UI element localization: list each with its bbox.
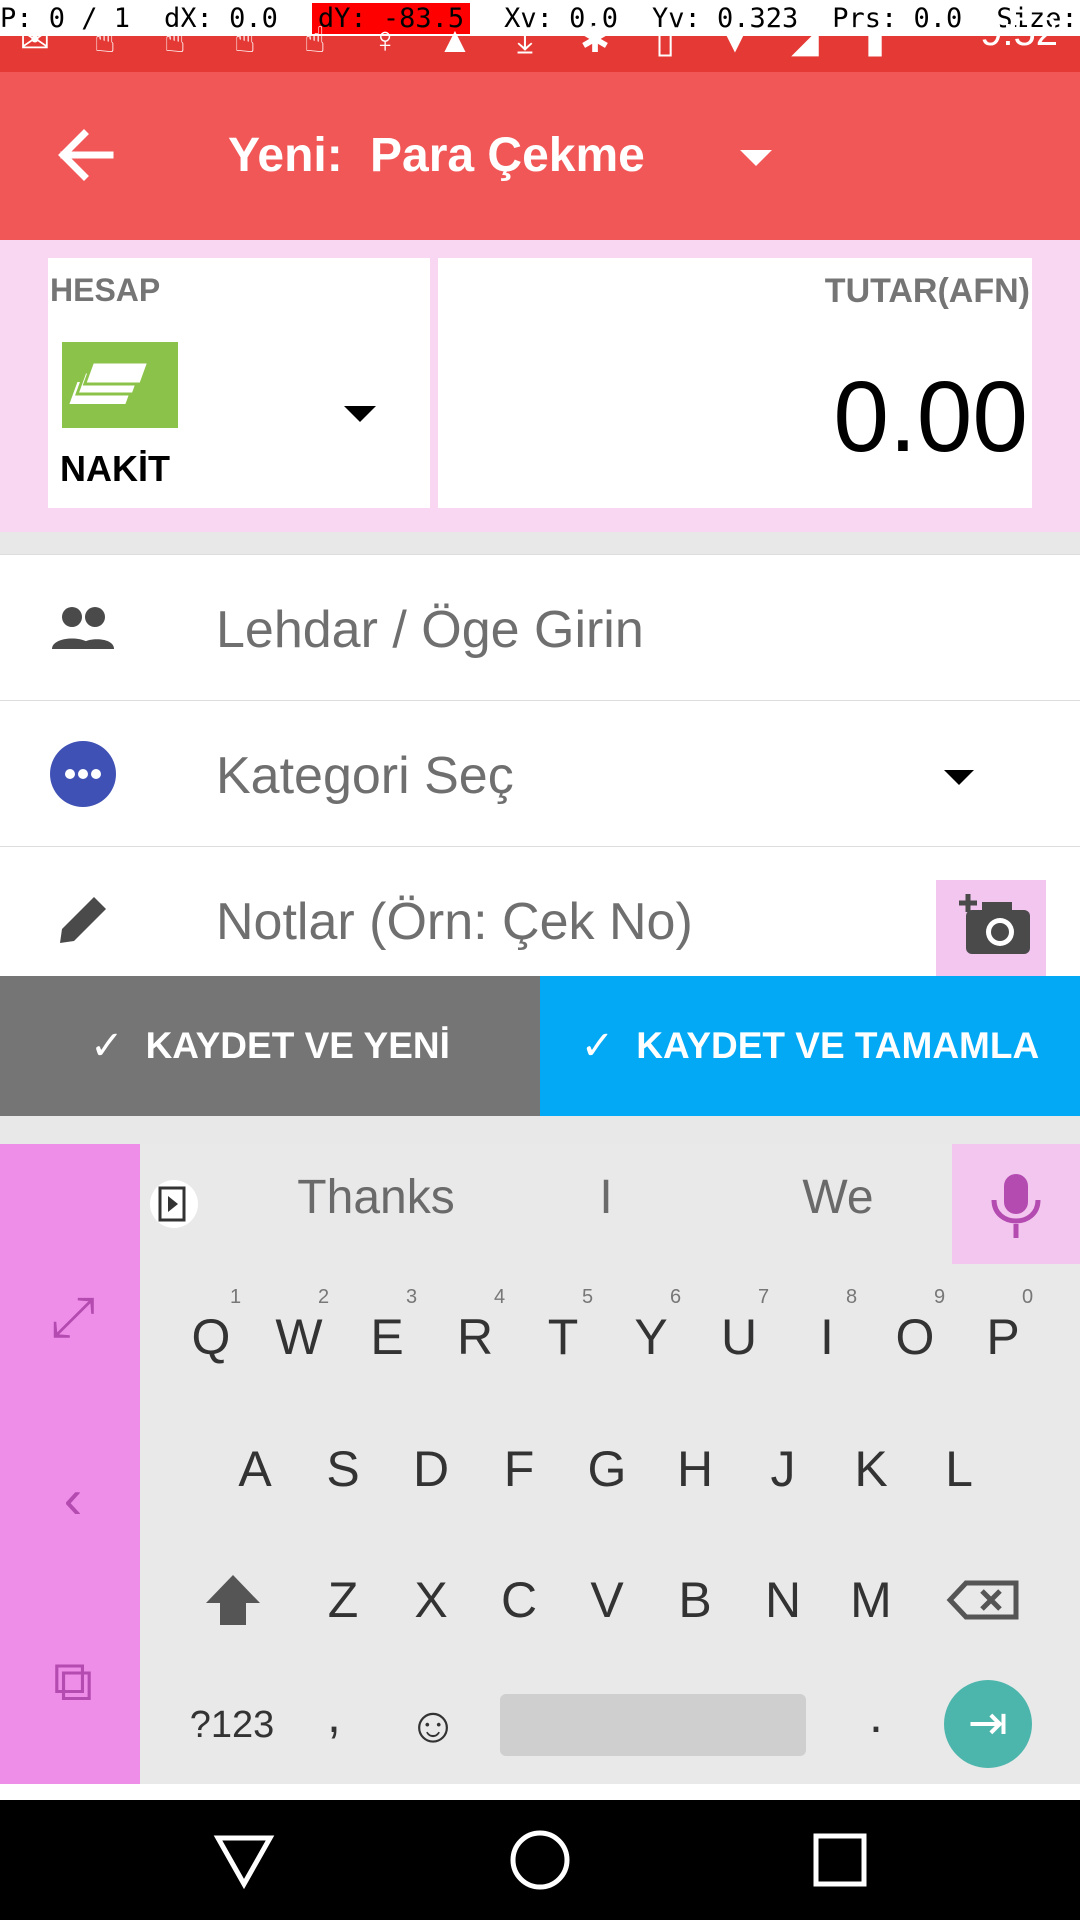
key-hint: 6: [670, 1286, 682, 1308]
new-prefix-label: Yeni:: [228, 129, 343, 182]
suggestion[interactable]: We: [748, 1170, 928, 1225]
key-s[interactable]: S: [302, 1414, 384, 1524]
key-x[interactable]: X: [390, 1545, 472, 1655]
bluetooth-icon: ✱: [579, 19, 611, 60]
key-k[interactable]: K: [830, 1414, 912, 1524]
key-m[interactable]: M: [830, 1545, 912, 1655]
save-and-complete-label: KAYDET VE TAMAMLA: [636, 1025, 1040, 1066]
category-row: [0, 700, 1080, 845]
status-icons: ✉ ☝ ☝ ☝ ☝ ♀ ▲ ⤓ ✱ ▯ ▼ ◢ ▮: [0, 8, 1080, 72]
account-name: NAKİT: [60, 448, 170, 489]
notification-icon: ✉: [19, 19, 51, 60]
key-hint: 9: [934, 1286, 946, 1308]
symbols-key[interactable]: ?123: [186, 1670, 278, 1780]
more-icon: [48, 739, 118, 809]
save-and-new-label: KAYDET VE YENİ: [145, 1025, 450, 1066]
key-d[interactable]: D: [390, 1414, 472, 1524]
status-time: 9:52: [980, 10, 1058, 54]
period-key[interactable]: .: [846, 1660, 906, 1770]
notification-icon: ☝: [234, 19, 256, 60]
emoji-icon[interactable]: ☺: [392, 1670, 474, 1780]
download-icon: ⤓: [517, 18, 533, 60]
home-nav-icon[interactable]: [508, 1828, 572, 1892]
battery-icon: ▮: [865, 19, 885, 60]
amount-label: TUTAR(AFN): [824, 272, 1030, 310]
notification-icon: ☝: [164, 19, 186, 60]
suggestion[interactable]: Thanks: [286, 1170, 466, 1225]
lightbulb-icon: ♀: [371, 19, 399, 60]
recents-nav-icon[interactable]: [808, 1828, 872, 1892]
save-and-new-button[interactable]: ✓ KAYDET VE YENİ: [0, 976, 540, 1116]
notification-icon: ☝: [304, 19, 326, 60]
suggestion-expand-icon[interactable]: [150, 1180, 198, 1228]
suggestion[interactable]: I: [516, 1170, 696, 1225]
comma-key[interactable]: ,: [304, 1660, 364, 1770]
amount-input[interactable]: 0.00: [833, 360, 1028, 475]
chevron-down-icon[interactable]: [740, 150, 772, 166]
cash-icon[interactable]: [62, 342, 178, 428]
wifi-icon: ▼: [717, 19, 753, 60]
key-n[interactable]: N: [742, 1545, 824, 1655]
key-v[interactable]: V: [566, 1545, 648, 1655]
transaction-type-dropdown[interactable]: Para Çekme: [370, 128, 645, 183]
check-icon: ✓: [580, 1024, 615, 1068]
category-dropdown[interactable]: Kategori Seç: [216, 746, 514, 806]
notification-icon: ▲: [437, 19, 473, 60]
backspace-icon[interactable]: [944, 1545, 1026, 1655]
key-hint: 2: [318, 1286, 330, 1308]
status-bar: P: 0 / 1 dX: 0.0 dY: -83.5 Xv: 0.0 Yv: 0…: [0, 0, 1080, 72]
resize-icon[interactable]: ⧉: [38, 1646, 108, 1716]
key-hint: 5: [582, 1286, 594, 1308]
key-h[interactable]: H: [654, 1414, 736, 1524]
key-hint: 0: [1022, 1286, 1034, 1308]
key-b[interactable]: B: [654, 1545, 736, 1655]
notes-input[interactable]: Notlar (Örn: Çek No): [216, 892, 693, 952]
key-hint: 7: [758, 1286, 770, 1308]
account-label: HESAP: [50, 272, 161, 308]
key-z[interactable]: Z: [302, 1545, 384, 1655]
chevron-left-icon[interactable]: ‹: [38, 1464, 108, 1534]
shift-icon[interactable]: [192, 1545, 274, 1655]
key-j[interactable]: J: [742, 1414, 824, 1524]
check-icon: ✓: [90, 1024, 124, 1068]
key-hint: 8: [846, 1286, 858, 1308]
microphone-icon[interactable]: [952, 1144, 1080, 1264]
key-g[interactable]: G: [566, 1414, 648, 1524]
chevron-down-icon[interactable]: [944, 770, 974, 785]
notification-icon: ☝: [94, 19, 116, 60]
payee-input[interactable]: Lehdar / Öge Girin: [216, 600, 644, 660]
people-icon: [48, 593, 118, 663]
key-c[interactable]: C: [478, 1545, 560, 1655]
space-bar[interactable]: [500, 1694, 806, 1756]
chevron-down-icon[interactable]: [344, 406, 376, 422]
key-l[interactable]: L: [918, 1414, 1000, 1524]
back-nav-icon[interactable]: [212, 1828, 276, 1892]
divider: [0, 532, 1080, 554]
key-hint: 3: [406, 1286, 418, 1308]
enter-next-icon[interactable]: ⇥: [944, 1680, 1032, 1768]
key-hint: 4: [494, 1286, 506, 1308]
pencil-icon: [48, 885, 118, 955]
key-f[interactable]: F: [478, 1414, 560, 1524]
save-and-complete-button[interactable]: ✓ KAYDET VE TAMAMLA: [540, 976, 1080, 1116]
vibrate-icon: ▯: [655, 19, 675, 60]
signal-icon: ◢: [791, 19, 819, 60]
keyboard-gap: [0, 1116, 1080, 1144]
key-a[interactable]: A: [214, 1414, 296, 1524]
expand-icon[interactable]: ⤢: [38, 1282, 108, 1352]
key-hint: 1: [230, 1286, 242, 1308]
camera-icon[interactable]: [958, 890, 1034, 960]
back-arrow-icon[interactable]: [50, 120, 120, 190]
